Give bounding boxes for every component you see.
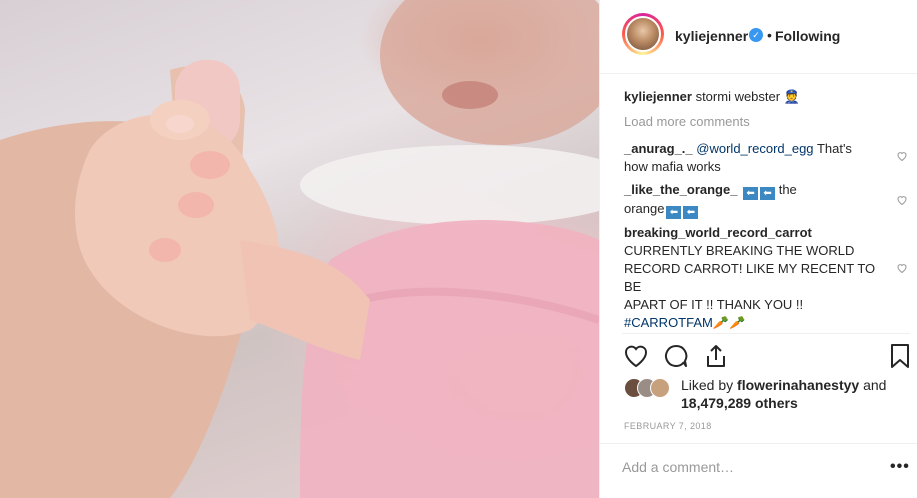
comment-like-heart-icon[interactable] xyxy=(896,194,908,206)
comment-like-heart-icon[interactable] xyxy=(896,150,908,162)
likes-and: and xyxy=(863,377,887,393)
comment-icon[interactable] xyxy=(662,342,690,370)
comment-text-cont: APART OF IT !! THANK YOU !! xyxy=(624,297,804,312)
heart-icon[interactable] xyxy=(622,342,650,370)
comment-text-cont: orange xyxy=(624,201,665,216)
comment-text: the xyxy=(778,182,797,197)
left-arrow-emoji-icon: ⬅ xyxy=(743,187,759,200)
comment-like-heart-icon[interactable] xyxy=(896,262,908,274)
left-arrow-emoji-icon: ⬅ xyxy=(683,206,699,219)
action-bar xyxy=(600,342,917,370)
comment-item: _like_the_orange_ ⬅ ⬅ the orange ⬅ ⬅ xyxy=(624,181,894,219)
section-divider xyxy=(600,443,917,444)
verified-badge-icon: ✓ xyxy=(749,28,763,42)
caption-text: stormi webster xyxy=(695,89,781,104)
load-more-comments-button[interactable]: Load more comments xyxy=(624,113,894,131)
comment-username[interactable]: _anurag_._ xyxy=(624,141,693,156)
following-button[interactable]: Following xyxy=(775,28,840,44)
comment-username[interactable]: breaking_world_record_carrot xyxy=(624,225,812,240)
comment-text-cont: how mafia works xyxy=(624,159,721,174)
likes-text: Liked by flowerinahanestyy and 18,479,28… xyxy=(681,376,911,412)
avatar-image xyxy=(625,16,661,52)
bookmark-icon[interactable] xyxy=(886,342,914,370)
caption-username[interactable]: kyliejenner xyxy=(624,89,692,104)
more-options-icon[interactable]: ••• xyxy=(890,458,910,476)
add-comment-input[interactable] xyxy=(622,456,862,478)
likes-count-button[interactable]: 18,479,289 others xyxy=(681,395,798,411)
liker-avatar[interactable] xyxy=(650,378,670,398)
left-arrow-emoji-icon: ⬅ xyxy=(760,187,776,200)
section-divider xyxy=(622,333,910,334)
baby-hand-illustration xyxy=(0,0,599,498)
comment-text-cont: RECORD CARROT! LIKE MY RECENT TO BE xyxy=(624,261,876,294)
post-date[interactable]: FEBRUARY 7, 2018 xyxy=(624,421,712,431)
liked-by-label: Liked by xyxy=(681,377,734,393)
likes-summary: Liked by flowerinahanestyy and 18,479,28… xyxy=(624,376,914,420)
post-side-panel: kyliejenner ✓ • Following kyliejenner st… xyxy=(599,0,917,498)
liker-username[interactable]: flowerinahanestyy xyxy=(737,377,859,393)
comment-text: CURRENTLY BREAKING THE WORLD xyxy=(624,243,855,258)
carrot-emoji-icon: 🥕🥕 xyxy=(712,315,746,330)
post-header: kyliejenner ✓ • Following xyxy=(600,0,917,74)
comment-username[interactable]: _like_the_orange_ xyxy=(624,182,737,197)
share-icon[interactable] xyxy=(702,342,730,370)
police-emoji-icon: 👮 xyxy=(783,89,800,104)
comment-item: _anurag_._ @world_record_egg That's how … xyxy=(624,140,894,176)
profile-avatar[interactable] xyxy=(622,13,664,55)
post-photo[interactable] xyxy=(0,0,599,498)
comment-text: That's xyxy=(816,141,852,156)
left-arrow-emoji-icon: ⬅ xyxy=(666,206,682,219)
comment-item: breaking_world_record_carrot CURRENTLY B… xyxy=(624,224,892,332)
header-username[interactable]: kyliejenner xyxy=(675,28,748,44)
header-separator: • xyxy=(767,27,772,43)
caption: kyliejenner stormi webster 👮 xyxy=(624,88,894,106)
comment-mention-link[interactable]: @world_record_egg xyxy=(696,141,813,156)
hashtag-link[interactable]: #CARROTFAM xyxy=(624,315,713,330)
